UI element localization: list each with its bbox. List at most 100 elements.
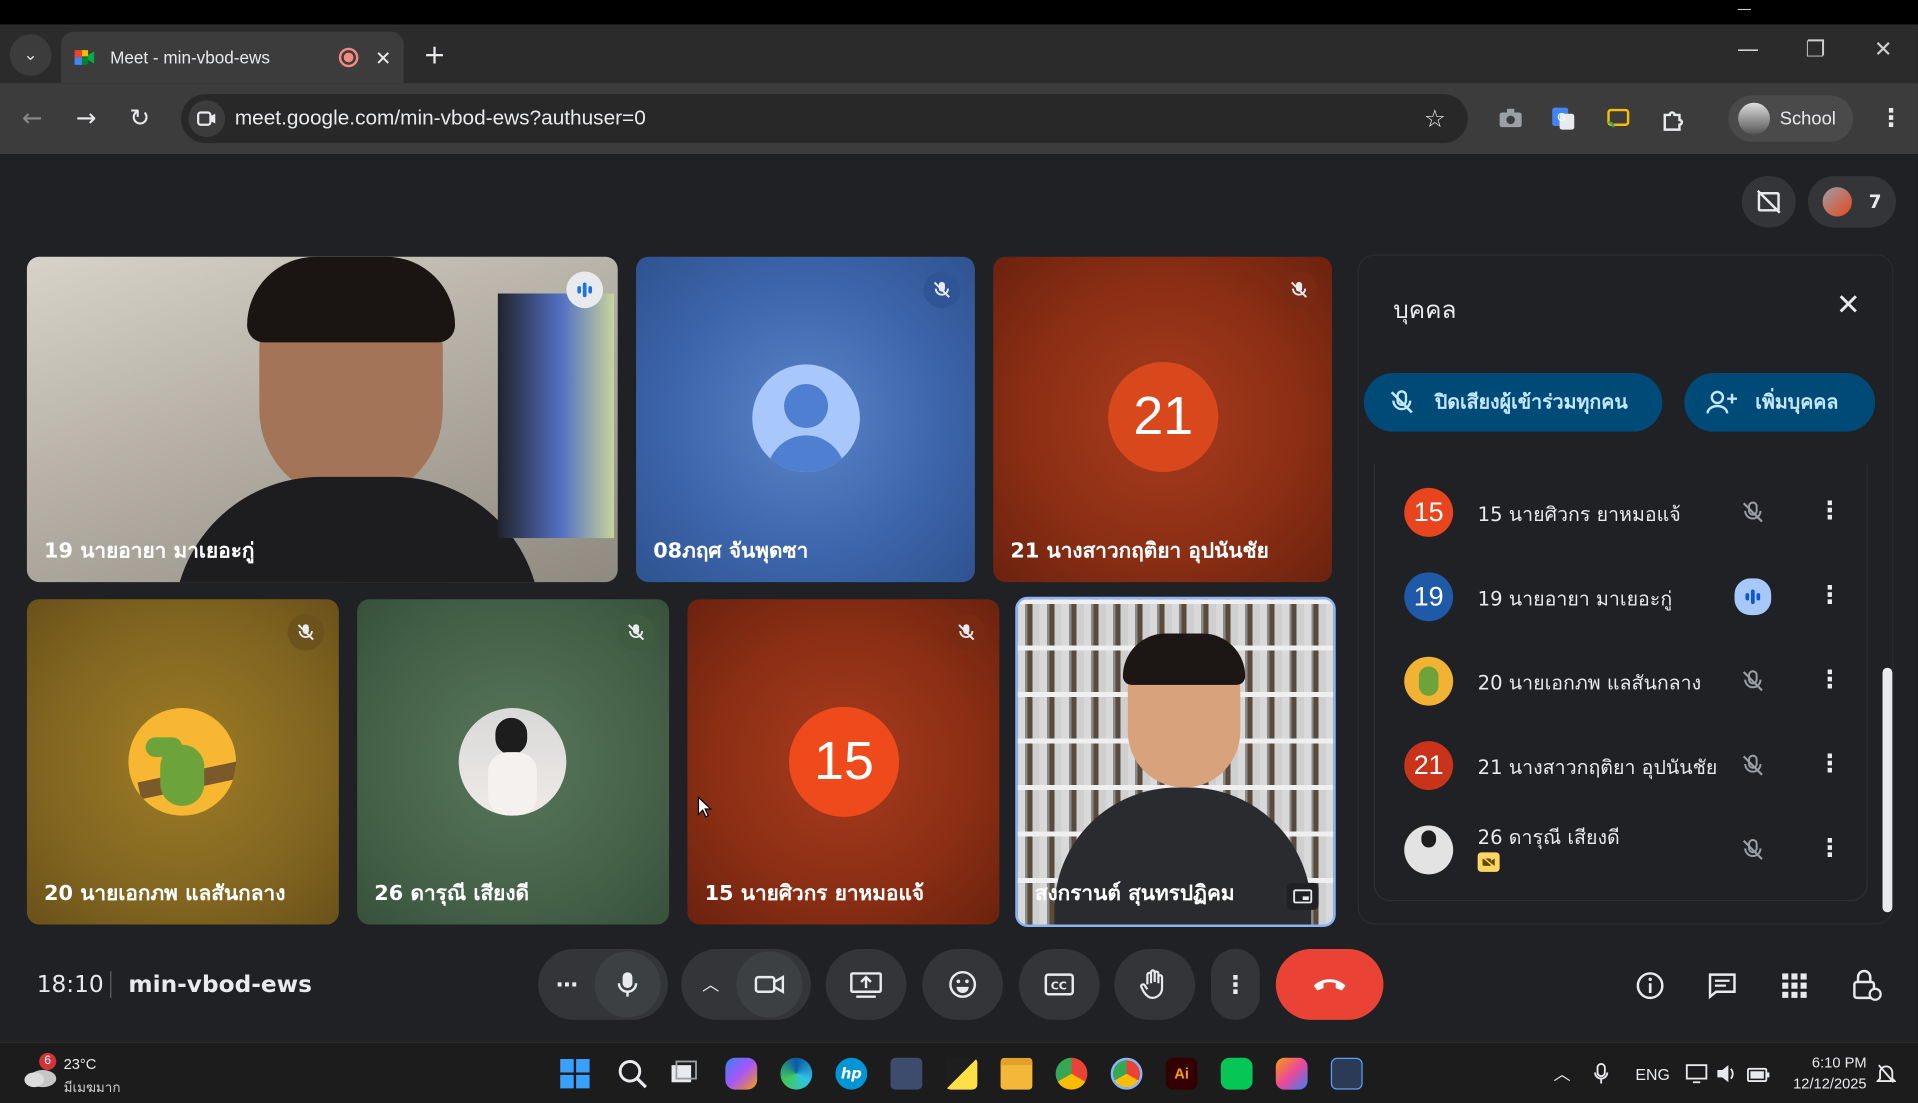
more-vert-icon: ⋮: [1223, 969, 1248, 1000]
divider: [110, 970, 112, 998]
volume-icon[interactable]: [1716, 1064, 1738, 1088]
present-screen-button[interactable]: [825, 948, 907, 1020]
mic-off-icon: [297, 624, 314, 641]
more-options-icon[interactable]: ⋮: [1818, 664, 1842, 693]
meeting-details-button[interactable]: [1632, 967, 1669, 1004]
start-windows-icon[interactable]: [559, 1058, 591, 1090]
video-tile-26[interactable]: 26 ดารุณี เสียงดี: [357, 599, 670, 925]
host-controls-button[interactable]: [1848, 967, 1885, 1004]
screenshot-camera-icon[interactable]: [1497, 105, 1524, 132]
chrome-profile-icon[interactable]: [1110, 1057, 1143, 1090]
show-hidden-icons-chevron[interactable]: ︿: [1553, 1061, 1570, 1085]
input-language[interactable]: ENG: [1635, 1065, 1669, 1083]
file-explorer-icon[interactable]: [1000, 1057, 1033, 1090]
network-icon[interactable]: [1685, 1064, 1708, 1088]
mouse-cursor-icon: [697, 796, 712, 818]
notification-bell-icon[interactable]: [1875, 1063, 1897, 1090]
close-tab-icon[interactable]: ✕: [375, 46, 391, 69]
minimize-window-icon[interactable]: —: [1737, 37, 1759, 63]
chat-button[interactable]: [1704, 967, 1741, 1004]
more-options-button[interactable]: ⋮: [1210, 948, 1260, 1020]
close-panel-icon[interactable]: ✕: [1836, 287, 1861, 321]
reload-icon[interactable]: ↻: [130, 103, 151, 132]
snake-avatar-mini: [1418, 666, 1439, 696]
close-window-icon[interactable]: ✕: [1874, 37, 1892, 63]
line-app-icon[interactable]: [1220, 1057, 1253, 1090]
camera-button[interactable]: [736, 951, 803, 1018]
browser-tab-meet[interactable]: Meet - min-vbod-ews ✕: [61, 31, 404, 84]
site-info-camera-icon[interactable]: [188, 100, 226, 137]
participants-count-button[interactable]: 7: [1807, 176, 1896, 228]
task-view-icon[interactable]: [669, 1058, 701, 1090]
default-avatar: [752, 364, 860, 473]
search-icon[interactable]: [616, 1058, 648, 1090]
video-tile-19[interactable]: 19 นายอายา มาเยอะกู่: [26, 256, 618, 583]
add-people-button[interactable]: เพิ่มบุคคล: [1684, 372, 1876, 432]
mute-all-button[interactable]: ปิดเสียงผู้เข้าร่วมทุกคน: [1363, 372, 1663, 432]
participant-row[interactable]: 21 21 นางสาวกฤติยา อุปนันชัย ⋮: [1375, 729, 1869, 802]
hide-self-view-button[interactable]: [1741, 176, 1796, 228]
leave-call-button[interactable]: [1275, 948, 1384, 1020]
microphone-button[interactable]: [593, 951, 660, 1018]
participant-list[interactable]: 15 15 นายศิวกร ยาหมอแจ้ ⋮ 19 19 นายอายา …: [1373, 463, 1869, 902]
tile-name: 21 นางสาวกฤติยา อุปนันชัย: [1010, 539, 1269, 564]
participant-row[interactable]: 15 15 นายศิวกร ยาหมอแจ้ ⋮: [1375, 476, 1869, 549]
reactions-button[interactable]: [922, 948, 1004, 1020]
snipping-tool-icon[interactable]: [1330, 1057, 1363, 1090]
raise-hand-button[interactable]: [1114, 948, 1196, 1020]
more-options-icon[interactable]: ⋮: [1818, 495, 1842, 524]
video-tile-21[interactable]: 21 21 นางสาวกฤติยา อุปนันชัย: [993, 256, 1333, 583]
profile-button[interactable]: School: [1728, 95, 1854, 142]
sticky-notes-icon[interactable]: [945, 1057, 978, 1090]
taskbar-time[interactable]: 6:10 PM: [1805, 1054, 1867, 1071]
mic-off-icon: [933, 281, 950, 298]
edge-browser-icon[interactable]: [780, 1057, 813, 1090]
omnibox[interactable]: meet.google.com/min-vbod-ews?authuser=0 …: [181, 94, 1468, 144]
weather-widget[interactable]: 6 23°C มีเมฆมาก: [22, 1052, 157, 1097]
closed-captions-icon: CC: [1044, 973, 1074, 996]
panel-scrollbar[interactable]: [1882, 667, 1893, 913]
minimize-icon-top[interactable]: —: [1737, 0, 1752, 17]
google-translate-icon[interactable]: G: [1550, 105, 1577, 132]
browser-menu-icon[interactable]: ⋮: [1879, 103, 1903, 132]
cast-icon[interactable]: [1605, 105, 1632, 132]
participant-row[interactable]: 19 19 นายอายา มาเยอะกู่ ⋮: [1375, 560, 1869, 633]
microsoft-365-icon[interactable]: [1275, 1057, 1308, 1090]
activities-button[interactable]: [1776, 967, 1813, 1004]
snake-avatar: [128, 708, 237, 816]
camera-off-badge-icon: [1477, 852, 1500, 872]
calculator-icon[interactable]: [890, 1057, 923, 1090]
more-options-icon[interactable]: ⋮: [1818, 748, 1842, 777]
video-tile-08[interactable]: 08ภฤศ จันพุดซา: [636, 256, 975, 583]
new-tab-plus-icon[interactable]: +: [423, 40, 446, 71]
restore-window-icon[interactable]: ❐: [1805, 37, 1825, 63]
copilot-icon[interactable]: [725, 1057, 758, 1090]
hp-icon[interactable]: hp: [835, 1057, 868, 1090]
chrome-icon[interactable]: [1055, 1057, 1088, 1090]
bookmark-star-icon[interactable]: ☆: [1424, 104, 1446, 133]
microphone-tray-icon[interactable]: [1593, 1063, 1610, 1090]
participant-row[interactable]: 20 นายเอกภพ แลสันกลาง ⋮: [1375, 644, 1869, 717]
back-arrow-icon[interactable]: ←: [22, 103, 43, 132]
video-tile-15[interactable]: 15 15 นายศิวกร ยาหมอแจ้: [687, 599, 1000, 925]
picture-in-picture-icon[interactable]: [1286, 882, 1319, 910]
adobe-illustrator-icon[interactable]: Ai: [1165, 1057, 1198, 1090]
address-bar-row: ← → ↻ meet.google.com/min-vbod-ews?authu…: [0, 83, 1918, 155]
video-tile-self[interactable]: สงกรานต์ สุนทรปฏิคม: [1015, 596, 1336, 927]
url-text[interactable]: meet.google.com/min-vbod-ews?authuser=0: [235, 106, 1424, 130]
video-tile-20[interactable]: 20 นายเอกภพ แลสันกลาง: [26, 599, 339, 925]
battery-icon[interactable]: [1747, 1065, 1771, 1088]
more-options-icon[interactable]: ⋮: [1818, 580, 1842, 609]
audio-options-icon[interactable]: ⋯: [556, 972, 578, 998]
captions-button[interactable]: CC: [1018, 948, 1100, 1020]
participant-name: 21 นางสาวกฤติยา อุปนันชัย: [1477, 755, 1718, 779]
tab-search-dropdown[interactable]: ⌄: [9, 34, 52, 76]
video-options-chevron-icon[interactable]: ︿: [702, 972, 719, 996]
participant-row[interactable]: 26 ดารุณี เสียงดี ⋮: [1375, 813, 1869, 886]
forward-arrow-icon[interactable]: →: [76, 103, 97, 132]
hang-up-icon: [1313, 979, 1346, 991]
more-options-icon[interactable]: ⋮: [1818, 833, 1842, 862]
chat-icon: [1708, 973, 1736, 1000]
taskbar-date[interactable]: 12/12/2025: [1781, 1075, 1866, 1092]
extensions-puzzle-icon[interactable]: [1660, 105, 1687, 132]
